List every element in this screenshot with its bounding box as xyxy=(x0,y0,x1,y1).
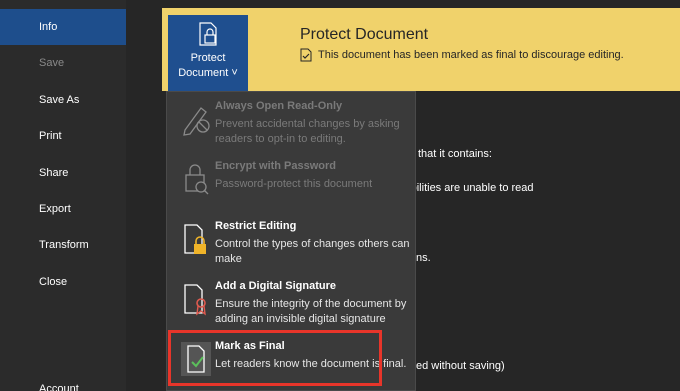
protect-button-label-2: Document ˅ xyxy=(178,67,238,79)
protect-message-row: This document has been marked as final t… xyxy=(300,48,624,62)
menu-item-add-digital-signature[interactable]: Add a Digital Signature Ensure the integ… xyxy=(167,276,415,334)
backstage-sidebar: Info Save Save As Print Share Export Tra… xyxy=(0,0,126,391)
info-text-fragment: ed without saving) xyxy=(416,360,505,372)
nav-transform[interactable]: Transform xyxy=(0,227,126,263)
menu-item-encrypt-with-password[interactable]: Encrypt with Password Password-protect t… xyxy=(167,156,415,214)
menu-item-desc: Prevent accidental changes by asking rea… xyxy=(215,118,400,145)
document-lock-icon xyxy=(195,21,221,47)
nav-info[interactable]: Info xyxy=(0,9,126,45)
protect-message: This document has been marked as final t… xyxy=(318,49,624,61)
nav-save[interactable]: Save xyxy=(0,45,126,81)
highlight-annotation xyxy=(168,330,382,386)
menu-item-title: Restrict Editing xyxy=(215,220,297,232)
nav-print[interactable]: Print xyxy=(0,118,126,154)
protect-title: Protect Document xyxy=(300,26,429,43)
nav-share[interactable]: Share xyxy=(0,155,126,191)
menu-item-desc: Ensure the integrity of the document by … xyxy=(215,298,407,325)
document-lock-icon xyxy=(181,222,211,256)
lock-key-icon xyxy=(181,162,211,196)
menu-item-desc: Control the types of changes others can … xyxy=(215,238,410,265)
protect-document-button[interactable]: Protect Document ˅ xyxy=(168,15,248,91)
menu-item-title: Always Open Read-Only xyxy=(215,100,343,112)
protect-button-label: Protect xyxy=(190,52,226,64)
menu-item-title: Add a Digital Signature xyxy=(215,280,337,292)
info-text-fragment: sabilities are unable to read xyxy=(399,182,534,194)
nav-close[interactable]: Close xyxy=(0,264,126,300)
info-text-fragment: ns. xyxy=(416,252,431,264)
menu-item-always-open-read-only[interactable]: Always Open Read-Only Prevent accidental… xyxy=(167,96,415,154)
nav-save-as[interactable]: Save As xyxy=(0,82,126,118)
menu-item-desc: Password-protect this document xyxy=(215,178,373,190)
pen-icon xyxy=(181,102,211,136)
signature-ribbon-icon xyxy=(181,282,211,316)
menu-item-title: Encrypt with Password xyxy=(215,160,337,172)
menu-item-restrict-editing[interactable]: Restrict Editing Control the types of ch… xyxy=(167,216,415,274)
document-check-small-icon xyxy=(300,48,312,62)
nav-account[interactable]: Account xyxy=(0,371,126,391)
nav-export[interactable]: Export xyxy=(0,191,126,227)
